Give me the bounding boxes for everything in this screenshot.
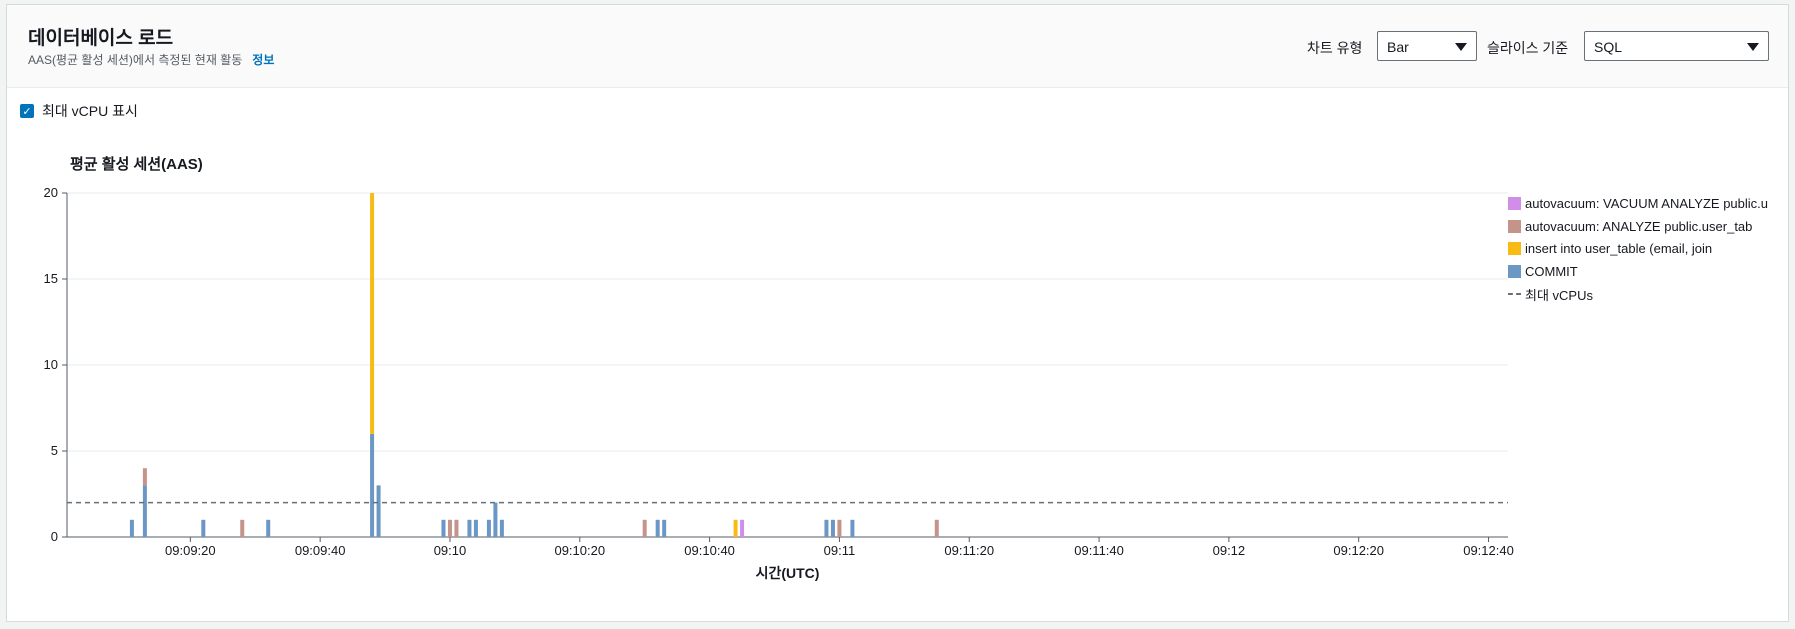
x-tick-label: 09:12 — [1213, 543, 1246, 558]
bar — [129, 519, 134, 537]
aas-chart: 평균 활성 세션(AAS) 0 5 10 15 20 09:09:20 09:09:40 09:… — [44, 155, 1514, 581]
bar — [662, 519, 667, 537]
legend-label: COMMIT — [1525, 263, 1578, 279]
legend-item-max-vcpu[interactable]: 최대 vCPUs — [1508, 283, 1768, 306]
legend-swatch — [1508, 242, 1521, 256]
bar — [740, 519, 745, 537]
bar — [441, 519, 446, 537]
y-tick-label: 15 — [44, 271, 58, 286]
legend-item[interactable]: autovacuum: ANALYZE public.user_tab — [1508, 215, 1768, 238]
bar — [830, 519, 835, 537]
bar — [201, 519, 206, 537]
legend-label: autovacuum: VACUUM ANALYZE public.u — [1525, 195, 1769, 211]
bar — [837, 519, 842, 537]
y-tick-label: 20 — [44, 185, 58, 200]
bar — [447, 519, 452, 537]
bar — [934, 519, 939, 537]
legend-item[interactable]: COMMIT — [1508, 260, 1768, 283]
legend-label: autovacuum: ANALYZE public.user_tab — [1525, 218, 1753, 234]
x-axis-label: 시간(UTC) — [756, 565, 820, 581]
y-tick-label: 5 — [51, 443, 58, 458]
bar — [493, 502, 498, 537]
x-tick-label: 09:12:20 — [1333, 543, 1384, 558]
bar — [454, 519, 459, 537]
bar — [142, 468, 147, 486]
x-tick-label: 09:10:40 — [684, 543, 735, 558]
chart-legend: autovacuum: VACUUM ANALYZE public.u auto… — [1508, 192, 1768, 305]
bar — [642, 519, 647, 537]
bar — [850, 519, 855, 537]
legend-item[interactable]: insert into user_table (email, join — [1508, 237, 1768, 260]
x-tick-label: 09:10:20 — [554, 543, 605, 558]
y-tick-label: 10 — [44, 357, 58, 372]
bar — [824, 519, 829, 537]
legend-swatch — [1508, 219, 1521, 233]
legend-label: 최대 vCPUs — [1525, 287, 1593, 303]
bar — [240, 519, 245, 537]
bar — [486, 519, 491, 537]
bar — [473, 519, 478, 537]
x-tick-label: 09:12:40 — [1463, 543, 1514, 558]
x-tick-label: 09:11:40 — [1074, 543, 1124, 558]
legend-item[interactable]: autovacuum: VACUUM ANALYZE public.u — [1508, 192, 1768, 215]
bar — [655, 519, 660, 537]
legend-swatch — [1508, 196, 1521, 210]
x-tick-label: 09:11 — [824, 543, 856, 558]
bar — [733, 519, 738, 537]
x-tick-label: 09:09:20 — [165, 543, 216, 558]
bar — [467, 519, 472, 537]
dashed-line-icon — [1508, 293, 1521, 296]
bar — [142, 485, 147, 537]
x-tick-label: 09:09:40 — [295, 543, 346, 558]
y-tick-label: 0 — [51, 529, 58, 544]
x-tick-label: 09:10 — [434, 543, 467, 558]
bar — [266, 519, 271, 537]
legend-swatch — [1508, 264, 1521, 278]
chart-title: 평균 활성 세션(AAS) — [70, 155, 203, 173]
bar — [370, 433, 375, 537]
x-tick-label: 09:11:20 — [944, 543, 994, 558]
bar — [370, 193, 375, 434]
legend-label: insert into user_table (email, join — [1525, 241, 1713, 257]
bar — [499, 519, 504, 537]
bar — [376, 485, 381, 537]
